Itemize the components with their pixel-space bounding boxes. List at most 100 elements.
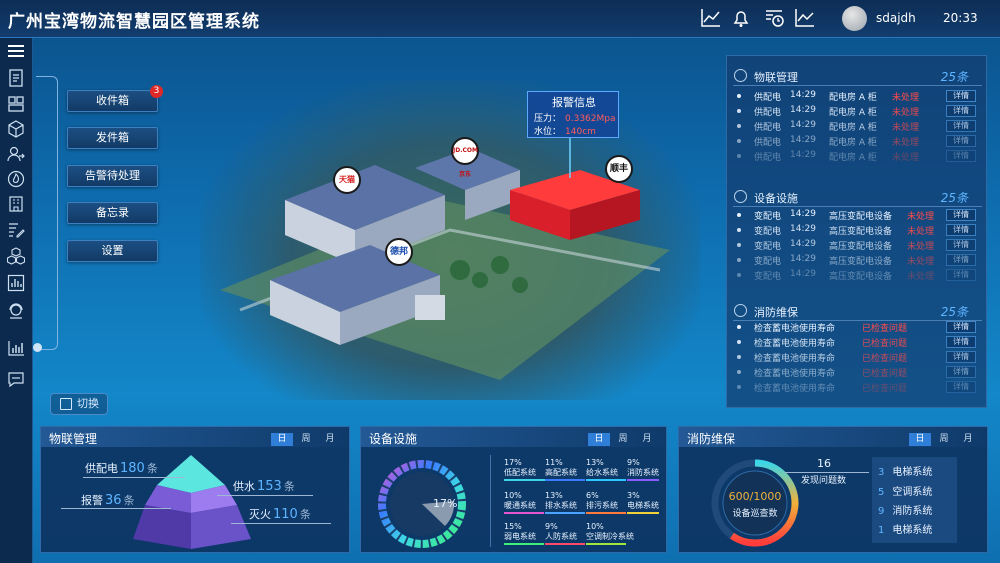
brand-tag-jd[interactable]: JD.COM 京东 — [451, 137, 479, 178]
divider — [217, 495, 313, 496]
brand-tag-deppon[interactable]: 德邦 — [385, 238, 413, 266]
equipment-period-tabs: 日周月 — [586, 431, 658, 446]
menu-icon[interactable] — [7, 42, 25, 60]
bullet — [737, 228, 741, 232]
document-icon[interactable] — [7, 69, 25, 87]
brand-tag-sf[interactable]: 顺丰 — [605, 155, 633, 183]
iot-period-tabs: 日周月 — [269, 431, 341, 446]
menu-connector-handle[interactable] — [33, 343, 42, 352]
list-item: 1 电梯系统 — [878, 521, 932, 536]
detail-button[interactable]: 详情 — [946, 209, 976, 221]
username[interactable]: sdajdh — [876, 11, 916, 25]
tab-week[interactable]: 周 — [612, 433, 634, 446]
tab-month[interactable]: 月 — [636, 433, 658, 446]
system-color-bar — [545, 512, 585, 514]
avatar[interactable] — [842, 6, 867, 31]
alarm-pressure-value: 0.3362Mpa — [565, 114, 616, 124]
bar-chart-box-icon[interactable] — [7, 274, 25, 292]
system-color-bar — [586, 479, 626, 481]
line-chart-icon[interactable] — [700, 7, 722, 29]
iot-water-label: 供水 — [233, 480, 255, 493]
row-status: 未处理 — [907, 257, 935, 267]
inbox-button[interactable]: 收件箱 3 — [67, 85, 163, 112]
iot-fire-stat: 灭火 110 条 — [249, 506, 311, 522]
memo-label: 备忘录 — [96, 206, 129, 219]
settings-button[interactable]: 设置 — [67, 240, 158, 262]
fire-panel-title: 消防维保 — [687, 432, 736, 446]
iot-water-stat: 供水 153 条 — [233, 478, 295, 494]
detail-button[interactable]: 详情 — [946, 239, 976, 251]
tab-week[interactable]: 周 — [295, 433, 317, 446]
iot-summary-panel: 物联管理 日周月 供配电 180 条 供水 153 条 报警 36 条 灭火 110 条 — [40, 426, 350, 553]
bullet — [737, 94, 741, 98]
hexagon-group-icon[interactable] — [7, 247, 25, 265]
tab-day[interactable]: 日 — [909, 433, 931, 446]
switch-label: 切换 — [77, 397, 99, 410]
outbox-button[interactable]: 发件箱 — [67, 127, 158, 149]
trend-chart-icon[interactable] — [794, 7, 816, 29]
statistics-icon[interactable] — [7, 339, 25, 357]
tab-day[interactable]: 日 — [271, 433, 293, 446]
row-place: 配电房 A 柜 — [829, 138, 877, 148]
alarm-info-popup[interactable]: 报警信息 压力： 0.3362Mpa 水位： 140cm — [527, 91, 619, 138]
row-place: 高压变配电设备 — [829, 242, 893, 252]
brand-tag-deppon-label: 德邦 — [389, 247, 408, 257]
detail-button[interactable]: 详情 — [946, 366, 976, 378]
alarm-pending-button[interactable]: 告警待处理 — [67, 165, 158, 187]
top-bar: 广州宝湾物流智慧园区管理系统 sdajdh 20:33 — [0, 0, 1000, 38]
row-time: 14:29 — [790, 150, 816, 160]
equipment-section-count: 25条 — [940, 191, 968, 205]
user-transfer-icon[interactable] — [7, 145, 25, 163]
support-agent-icon[interactable] — [7, 302, 25, 320]
tab-week[interactable]: 周 — [933, 433, 955, 446]
row-status: 未处理 — [892, 138, 920, 148]
row-status: 未处理 — [907, 272, 935, 282]
detail-button[interactable]: 详情 — [946, 381, 976, 393]
park-3d-scene[interactable] — [200, 80, 700, 400]
detail-button[interactable]: 详情 — [946, 224, 976, 236]
message-icon[interactable] — [7, 370, 25, 388]
detail-button[interactable]: 详情 — [946, 135, 976, 147]
menu-connector-line — [36, 76, 58, 350]
tab-day[interactable]: 日 — [588, 433, 610, 446]
row-place: 检查蓄电池使用寿命 — [754, 384, 836, 394]
row-type: 供配电 — [754, 153, 782, 163]
detail-button[interactable]: 详情 — [946, 105, 976, 117]
list-item: 供配电 14:29 配电房 A 柜 未处理 详情 — [727, 89, 988, 104]
settings-label: 设置 — [101, 244, 124, 257]
building-icon[interactable] — [7, 195, 25, 213]
switch-view-button[interactable]: 切换 — [50, 393, 108, 415]
detail-button[interactable]: 详情 — [946, 321, 976, 333]
detail-button[interactable]: 详情 — [946, 269, 976, 281]
tab-month[interactable]: 月 — [319, 433, 341, 446]
dashboard-icon[interactable] — [7, 95, 25, 113]
app-title: 广州宝湾物流智慧园区管理系统 — [8, 12, 260, 32]
divider — [231, 523, 331, 524]
fire-panel-header: 消防维保 日周月 — [679, 427, 987, 447]
detail-button[interactable]: 详情 — [946, 336, 976, 348]
bell-icon[interactable] — [730, 7, 752, 29]
row-place: 配电房 A 柜 — [829, 123, 877, 133]
detail-button[interactable]: 详情 — [946, 120, 976, 132]
alarm-pressure-row: 压力： 0.3362Mpa — [534, 111, 616, 124]
tab-month[interactable]: 月 — [957, 433, 979, 446]
equipment-ring-center-value: 17% — [433, 497, 458, 510]
detail-button[interactable]: 详情 — [946, 351, 976, 363]
brand-tag-tmall[interactable]: 天猫 — [333, 166, 361, 194]
system-name: 电梯系统 — [627, 501, 659, 510]
bullet — [737, 139, 741, 143]
system-name: 排污系统 — [586, 501, 618, 510]
fire-section-header: 消防维保 25条 — [727, 301, 988, 321]
edit-list-icon[interactable] — [7, 221, 25, 239]
row-time: 14:29 — [790, 135, 816, 145]
detail-button[interactable]: 详情 — [946, 90, 976, 102]
detail-button[interactable]: 详情 — [946, 150, 976, 162]
schedule-icon[interactable] — [763, 7, 785, 29]
detail-button[interactable]: 详情 — [946, 254, 976, 266]
memo-button[interactable]: 备忘录 — [67, 202, 158, 224]
cube-icon[interactable] — [7, 120, 25, 138]
row-time: 14:29 — [790, 239, 816, 249]
equipment-panel-header: 设备设施 日周月 — [361, 427, 666, 447]
fire-icon[interactable] — [7, 170, 25, 188]
bullet — [737, 355, 741, 359]
